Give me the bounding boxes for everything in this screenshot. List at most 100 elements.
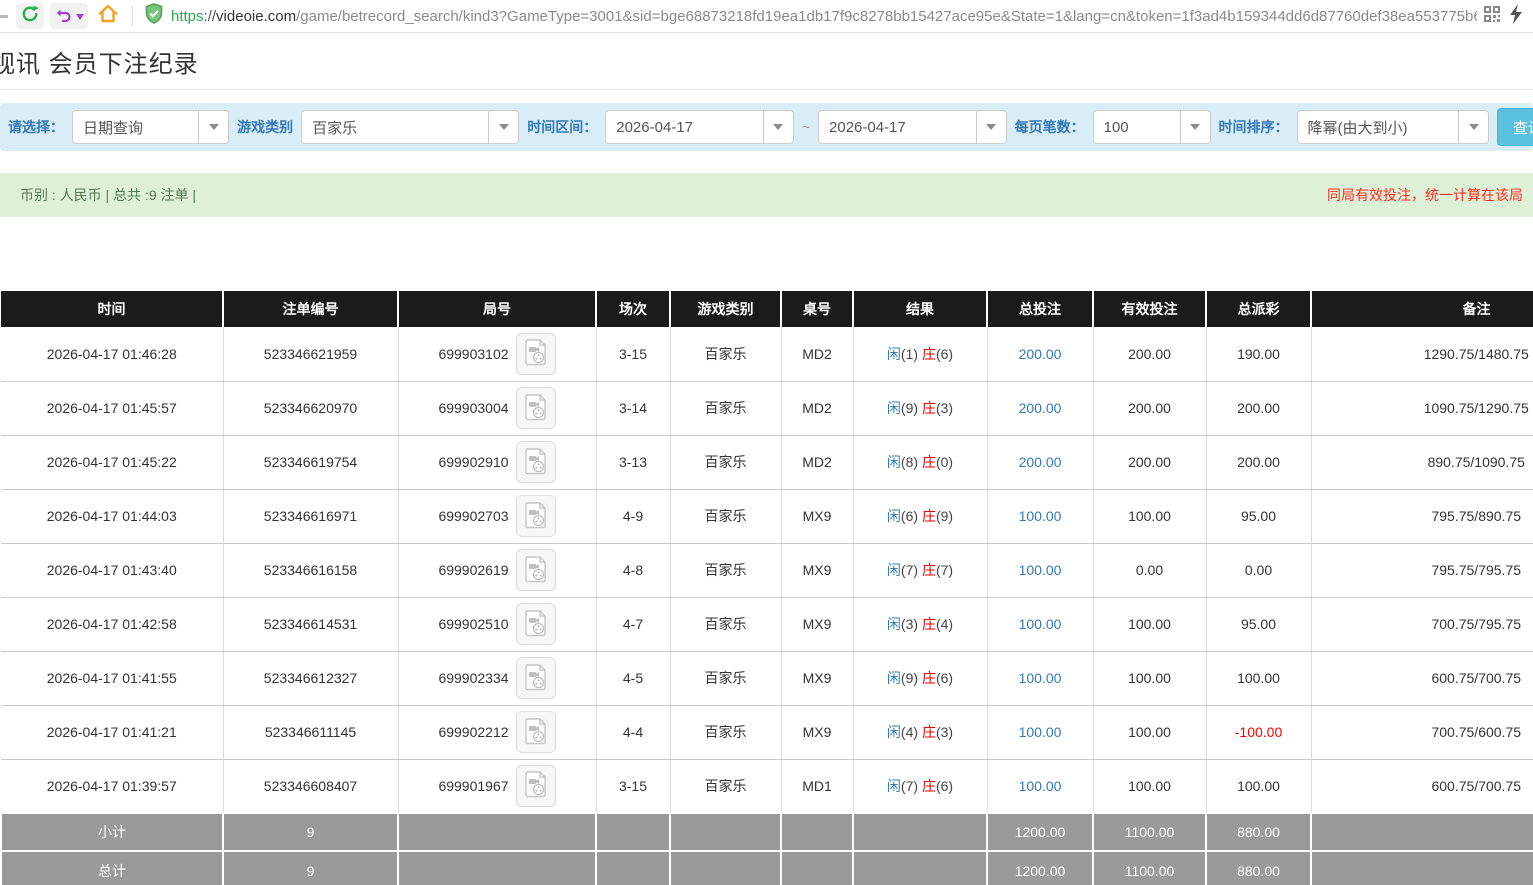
banker-label: 庄 <box>922 778 936 794</box>
undo-button[interactable] <box>50 3 88 29</box>
cell-session: 4-4 <box>596 705 670 759</box>
player-score: (9) <box>901 670 918 686</box>
banker-label: 庄 <box>922 508 936 524</box>
video-replay-button[interactable] <box>516 387 556 429</box>
banker-label: 庄 <box>922 616 936 632</box>
query-type-select[interactable]: 日期查询 <box>72 110 229 144</box>
video-replay-button[interactable] <box>516 711 556 753</box>
table-row: 2026-04-17 01:45:22 523346619754 6999029… <box>1 435 1533 489</box>
cell-round: 699903004 <box>398 381 596 435</box>
cell-payout: 95.00 <box>1206 597 1311 651</box>
video-replay-button[interactable] <box>516 657 556 699</box>
total-count: 9 <box>223 851 398 885</box>
cell-valid-bet: 200.00 <box>1093 327 1206 381</box>
video-replay-button[interactable] <box>516 549 556 591</box>
cell-table-no: MX9 <box>781 489 853 543</box>
subtotal-row: 小计 9 1200.00 1100.00 880.00 <box>1 813 1533 851</box>
cell-time: 2026-04-17 01:41:21 <box>1 705 223 759</box>
banker-label: 庄 <box>922 670 936 686</box>
cell-bet-id: 523346608407 <box>223 759 398 813</box>
currency-summary-text: 币别 : 人民币 | 总共 :9 注单 | <box>20 185 196 205</box>
total-payout: 880.00 <box>1206 851 1311 885</box>
cell-result: 闲(7) 庄(6) <box>853 759 987 813</box>
cell-valid-bet: 100.00 <box>1093 651 1206 705</box>
video-replay-button[interactable] <box>516 495 556 537</box>
cell-table-no: MD2 <box>781 381 853 435</box>
cell-total-bet-link[interactable]: 100.00 <box>987 651 1093 705</box>
video-replay-icon <box>524 770 548 801</box>
cell-total-bet-link[interactable]: 200.00 <box>987 327 1093 381</box>
game-type-label: 游戏类别 <box>237 117 293 137</box>
subtotal-count: 9 <box>223 813 398 851</box>
cell-bet-id: 523346621959 <box>223 327 398 381</box>
cell-round: 699902619 <box>398 543 596 597</box>
table-row: 2026-04-17 01:45:57 523346620970 6999030… <box>1 381 1533 435</box>
player-score: (7) <box>901 562 918 578</box>
video-replay-button[interactable] <box>516 765 556 807</box>
cell-total-bet-link[interactable]: 100.00 <box>987 597 1093 651</box>
cell-bet-id: 523346619754 <box>223 435 398 489</box>
cell-valid-bet: 100.00 <box>1093 597 1206 651</box>
lightning-icon[interactable] <box>1509 4 1523 29</box>
table-row: 2026-04-17 01:41:55 523346612327 6999023… <box>1 651 1533 705</box>
cell-game-type: 百家乐 <box>670 543 781 597</box>
video-replay-button[interactable] <box>516 441 556 483</box>
undo-dropdown-caret-icon <box>76 7 84 25</box>
player-label: 闲 <box>887 508 901 524</box>
cell-table-no: MX9 <box>781 543 853 597</box>
col-header-total-bet: 总投注 <box>987 291 1093 327</box>
cell-game-type: 百家乐 <box>670 597 781 651</box>
banker-score: (6) <box>936 670 953 686</box>
banker-score: (3) <box>936 400 953 416</box>
cell-round: 699903102 <box>398 327 596 381</box>
round-number: 699903004 <box>438 400 508 416</box>
round-number: 699902910 <box>438 454 508 470</box>
total-total-bet: 1200.00 <box>987 851 1093 885</box>
banker-label: 庄 <box>922 724 936 740</box>
per-page-select[interactable]: 100 <box>1093 110 1211 144</box>
col-header-payout: 总派彩 <box>1206 291 1311 327</box>
video-replay-icon <box>524 663 548 694</box>
address-bar[interactable]: https://videoie.com/game/betrecord_searc… <box>171 8 1477 25</box>
banker-score: (9) <box>936 508 953 524</box>
cell-total-bet-link[interactable]: 100.00 <box>987 705 1093 759</box>
cell-result: 闲(6) 庄(9) <box>853 489 987 543</box>
date-to-input[interactable]: 2026-04-17 <box>818 110 1007 144</box>
qr-code-icon[interactable] <box>1483 5 1501 28</box>
cell-round: 699902212 <box>398 705 596 759</box>
player-score: (4) <box>901 724 918 740</box>
cell-valid-bet: 200.00 <box>1093 435 1206 489</box>
table-row: 2026-04-17 01:42:58 523346614531 6999025… <box>1 597 1533 651</box>
round-number: 699902510 <box>438 616 508 632</box>
date-from-input[interactable]: 2026-04-17 <box>605 110 794 144</box>
subtotal-total-bet: 1200.00 <box>987 813 1093 851</box>
url-domain: videoie.com <box>216 8 296 25</box>
sort-select[interactable]: 降幂(由大到小) <box>1297 110 1490 144</box>
player-score: (8) <box>901 454 918 470</box>
security-shield-icon[interactable] <box>143 2 165 31</box>
cell-total-bet-link[interactable]: 100.00 <box>987 543 1093 597</box>
col-header-game-type: 游戏类别 <box>670 291 781 327</box>
cell-session: 3-15 <box>596 759 670 813</box>
home-button[interactable] <box>94 3 122 29</box>
cell-remark: 600.75/700.75 <box>1311 651 1533 705</box>
cell-payout: 100.00 <box>1206 651 1311 705</box>
video-replay-button[interactable] <box>516 603 556 645</box>
table-row: 2026-04-17 01:44:03 523346616971 6999027… <box>1 489 1533 543</box>
cell-total-bet-link[interactable]: 200.00 <box>987 381 1093 435</box>
search-button[interactable]: 查询 <box>1497 108 1533 146</box>
player-label: 闲 <box>887 346 901 362</box>
cell-time: 2026-04-17 01:45:57 <box>1 381 223 435</box>
cell-result: 闲(7) 庄(7) <box>853 543 987 597</box>
cell-total-bet-link[interactable]: 100.00 <box>987 489 1093 543</box>
cell-table-no: MD2 <box>781 435 853 489</box>
cell-table-no: MD2 <box>781 327 853 381</box>
total-valid-bet: 1100.00 <box>1093 851 1206 885</box>
game-type-select[interactable]: 百家乐 <box>301 110 519 144</box>
refresh-button[interactable] <box>16 3 44 29</box>
video-replay-button[interactable] <box>516 333 556 375</box>
cell-total-bet-link[interactable]: 100.00 <box>987 759 1093 813</box>
cell-total-bet-link[interactable]: 200.00 <box>987 435 1093 489</box>
undo-icon <box>55 5 73 28</box>
cell-session: 3-13 <box>596 435 670 489</box>
